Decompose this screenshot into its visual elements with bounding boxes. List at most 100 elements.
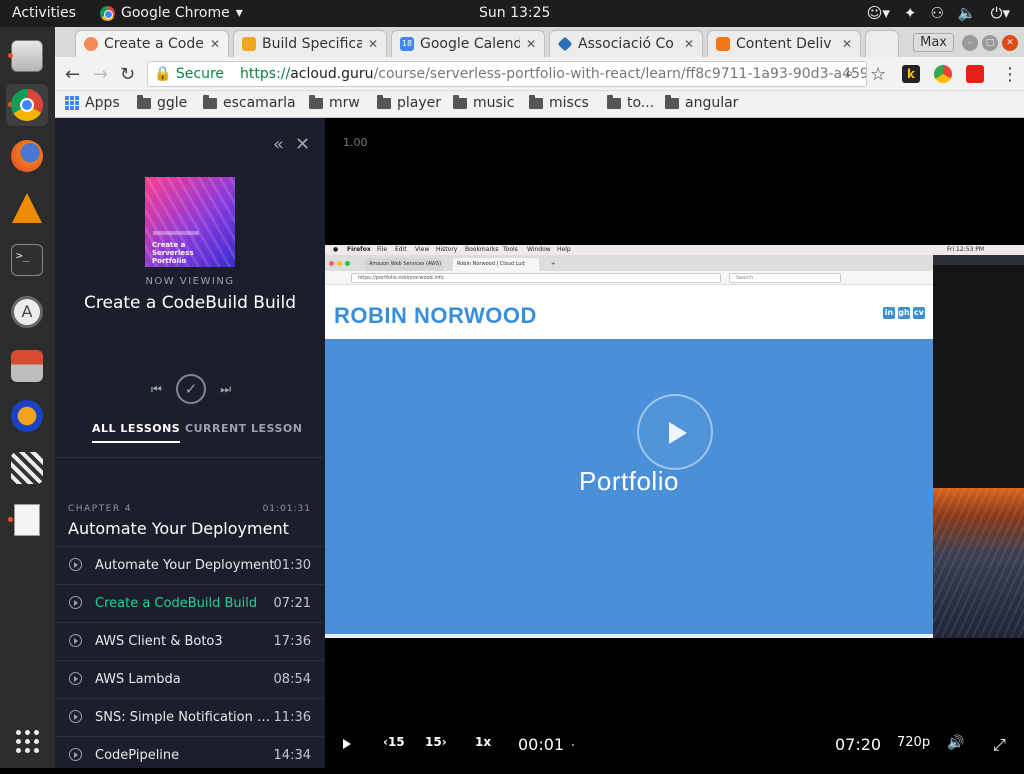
- tab-current-lesson[interactable]: CURRENT LESSON: [185, 422, 302, 435]
- bookmark-folder-angular[interactable]: angular: [665, 94, 738, 111]
- dock-files-app[interactable]: [6, 35, 48, 77]
- colorful-extension-icon[interactable]: [934, 65, 952, 83]
- close-tab-icon[interactable]: ✕: [210, 37, 220, 51]
- power-icon[interactable]: ⏻▾: [991, 4, 1010, 22]
- profile-label[interactable]: Max: [913, 33, 954, 52]
- clapper-icon: [11, 452, 43, 484]
- lesson-item[interactable]: AWS Client & Boto3 17:36: [55, 622, 325, 660]
- linkedin-icon: in: [883, 307, 895, 319]
- maximize-icon[interactable]: □: [982, 34, 998, 51]
- app-menu[interactable]: Google Chrome ▾: [100, 5, 243, 21]
- tab-associacio[interactable]: Associació Co ✕: [549, 30, 703, 57]
- system-clock[interactable]: Sun 13:25: [479, 5, 550, 21]
- lesson-item[interactable]: SNS: Simple Notification Serv... 11:36: [55, 698, 325, 736]
- close-icon[interactable]: ✕: [295, 134, 310, 155]
- lesson-item[interactable]: CodePipeline 14:34: [55, 736, 325, 774]
- folder-icon: [203, 94, 217, 109]
- tab-build-specification[interactable]: Build Specifica ✕: [233, 30, 387, 57]
- close-tab-icon[interactable]: ✕: [368, 37, 378, 51]
- dock-video-editor-app[interactable]: [6, 447, 48, 489]
- bookmark-folder-player[interactable]: player: [377, 94, 441, 111]
- volume-icon[interactable]: 🔊: [947, 735, 964, 751]
- window-controls: Max – □ ✕: [913, 33, 1018, 52]
- system-tray[interactable]: ☺▾ ✦ ⚇ 🔈 ⏻▾: [867, 4, 1010, 22]
- close-tab-icon[interactable]: ✕: [842, 37, 852, 51]
- bookmark-star-icon[interactable]: ☆: [870, 64, 886, 85]
- menu-item: Firefox: [347, 246, 371, 253]
- recorded-search: Search: [729, 273, 841, 283]
- network-icon[interactable]: ⚇: [930, 4, 943, 22]
- play-icon[interactable]: [343, 739, 351, 749]
- dock-terminal-app[interactable]: >_: [6, 239, 48, 281]
- forward-15-button[interactable]: 15›: [425, 735, 447, 749]
- bookmark-folder-escamarla[interactable]: escamarla: [203, 94, 296, 111]
- recorded-url: https://portfolio.robinnorwood.info: [351, 273, 721, 283]
- dock-vlc-app[interactable]: [6, 187, 48, 229]
- thumbnail-title: Create a Serverless Portfolio: [152, 241, 194, 265]
- dock-software-updater-app[interactable]: A: [6, 291, 48, 333]
- dock-audacity-app[interactable]: [6, 395, 48, 437]
- apps-grid-icon: [65, 96, 79, 110]
- progress-scrubber[interactable]: [572, 744, 574, 746]
- back-icon[interactable]: ←: [65, 64, 80, 85]
- collapse-sidebar-icon[interactable]: «: [273, 134, 284, 155]
- volume-icon[interactable]: 🔈: [958, 4, 977, 22]
- next-lesson-icon[interactable]: ⏭: [220, 382, 231, 397]
- chrome-menu-icon[interactable]: ⋮: [1001, 64, 1019, 85]
- activities-button[interactable]: Activities: [12, 5, 76, 21]
- lesson-item[interactable]: Automate Your Deployment 01:30: [55, 546, 325, 584]
- big-play-icon[interactable]: [637, 394, 713, 470]
- previous-lesson-icon[interactable]: ⏮: [151, 382, 162, 397]
- new-tab-button[interactable]: [865, 30, 899, 57]
- close-window-icon[interactable]: ✕: [1002, 34, 1018, 51]
- download-icon: [11, 350, 43, 382]
- current-lesson-title: Create a CodeBuild Build: [84, 293, 296, 313]
- accessibility-icon[interactable]: ☺▾: [867, 4, 890, 22]
- bookmark-folder-ggle[interactable]: ggle: [137, 94, 187, 111]
- bookmark-folder-mrw[interactable]: mrw: [309, 94, 360, 111]
- bookmark-apps[interactable]: Apps: [65, 95, 120, 111]
- show-applications-button[interactable]: [6, 720, 48, 762]
- reload-icon[interactable]: ↻: [120, 64, 135, 85]
- recorded-firefox-nav: https://portfolio.robinnorwood.info Sear…: [325, 271, 933, 285]
- lesson-duration: 14:34: [273, 748, 311, 763]
- video-frame[interactable]: ● Firefox File Edit View History Bookmar…: [325, 245, 1024, 638]
- video-player[interactable]: 1.00 ● Firefox File Edit View History Bo…: [325, 118, 1024, 768]
- course-sidebar: « ✕ Create a Serverless Portfolio NOW VI…: [55, 118, 325, 768]
- fullscreen-icon[interactable]: ⤢: [993, 735, 1006, 755]
- forward-icon[interactable]: →: [93, 64, 108, 85]
- bookmark-folder-music[interactable]: music: [453, 94, 514, 111]
- total-duration: 07:20: [835, 735, 882, 754]
- close-tab-icon[interactable]: ✕: [526, 37, 536, 51]
- close-tab-icon[interactable]: ✕: [684, 37, 694, 51]
- dock-document-app[interactable]: [6, 499, 48, 541]
- k-extension-icon[interactable]: k: [902, 65, 920, 83]
- minimize-icon[interactable]: –: [962, 34, 978, 51]
- playback-speed-button[interactable]: 1x: [475, 735, 491, 749]
- bookmark-folder-to[interactable]: to...: [607, 94, 654, 111]
- calendar-favicon-icon: 18: [400, 37, 414, 51]
- bookmark-folder-miscs[interactable]: miscs: [529, 94, 589, 111]
- zoom-icon[interactable]: ⌕: [845, 64, 853, 82]
- lesson-item-current[interactable]: Create a CodeBuild Build 07:21: [55, 584, 325, 622]
- elapsed-time: 00:01: [518, 735, 565, 754]
- tab-create-codebuild[interactable]: Create a Code ✕: [75, 30, 229, 57]
- dock-chrome-app[interactable]: [6, 84, 48, 126]
- menu-item: Edit: [395, 246, 407, 253]
- address-bar[interactable]: 🔒 Secure https:// acloud.guru /course/se…: [147, 61, 867, 87]
- lesson-item[interactable]: AWS Lambda 08:54: [55, 660, 325, 698]
- tab-google-calendar[interactable]: 18 Google Calend ✕: [391, 30, 545, 57]
- tab-content-delivery[interactable]: Content Deliv ✕: [707, 30, 861, 57]
- dock-firefox-app[interactable]: [6, 135, 48, 177]
- menu-item: Tools: [503, 246, 518, 253]
- video-extension-icon[interactable]: [966, 65, 984, 83]
- play-circle-icon: [69, 634, 82, 647]
- tab-all-lessons[interactable]: ALL LESSONS: [92, 422, 181, 443]
- dropbox-icon[interactable]: ✦: [904, 4, 917, 22]
- hero-bottom-strip: [325, 634, 933, 638]
- quality-button[interactable]: 720p: [897, 735, 930, 750]
- dock-installer-app[interactable]: [6, 345, 48, 387]
- mark-complete-icon[interactable]: ✓: [176, 374, 206, 404]
- rewind-15-button[interactable]: ‹15: [383, 735, 405, 749]
- chapter-label: CHAPTER 4: [68, 504, 133, 514]
